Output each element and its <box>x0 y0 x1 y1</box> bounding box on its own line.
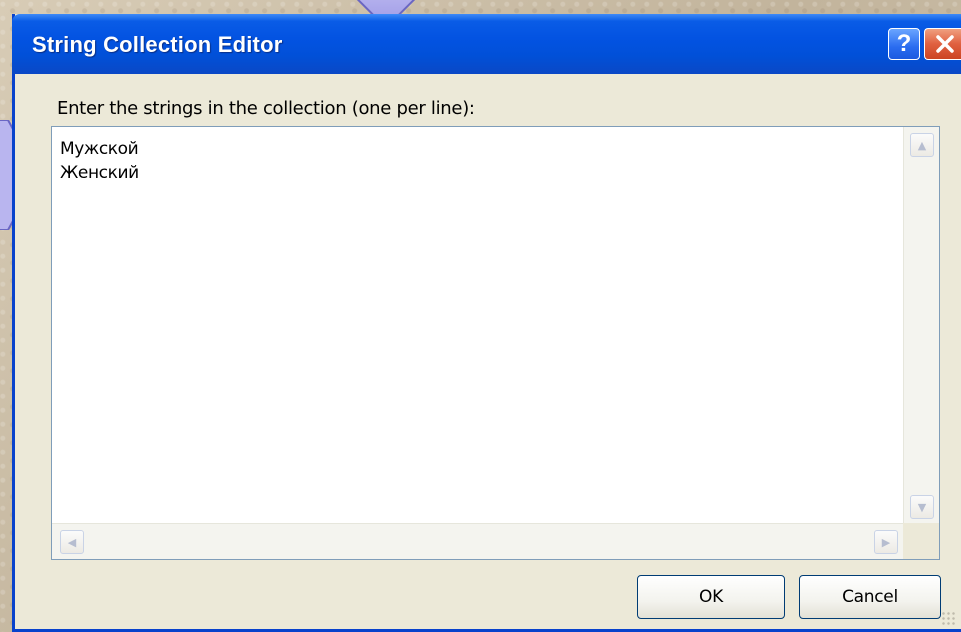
string-collection-editor-dialog: String Collection Editor ? Enter the str… <box>12 14 961 632</box>
help-icon: ? <box>896 30 912 57</box>
string-line[interactable]: Женский <box>60 161 899 185</box>
instructions-label: Enter the strings in the collection (one… <box>57 98 475 119</box>
vertical-scrollbar[interactable]: ▲ ▼ <box>903 127 939 525</box>
resize-grip-icon[interactable] <box>941 611 955 625</box>
title-bar[interactable]: String Collection Editor ? <box>12 14 961 74</box>
close-icon <box>935 35 954 53</box>
scroll-up-arrow-icon[interactable]: ▲ <box>910 133 934 157</box>
horizontal-scrollbar[interactable]: ◀ ▶ <box>52 523 904 559</box>
window-title: String Collection Editor <box>32 32 283 57</box>
cancel-button[interactable]: Cancel <box>799 575 941 619</box>
scroll-left-arrow-icon[interactable]: ◀ <box>60 530 84 554</box>
ok-button[interactable]: OK <box>637 575 785 619</box>
scroll-down-arrow-icon[interactable]: ▼ <box>910 495 934 519</box>
string-line[interactable]: Мужской <box>60 137 899 161</box>
strings-textarea[interactable]: Мужской Женский ▲ ▼ ◀ ▶ <box>51 126 940 560</box>
help-button[interactable]: ? <box>888 28 920 60</box>
close-button[interactable] <box>924 28 961 60</box>
scrollbar-corner <box>903 523 939 559</box>
scroll-right-arrow-icon[interactable]: ▶ <box>874 530 898 554</box>
strings-content[interactable]: Мужской Женский <box>60 137 899 523</box>
